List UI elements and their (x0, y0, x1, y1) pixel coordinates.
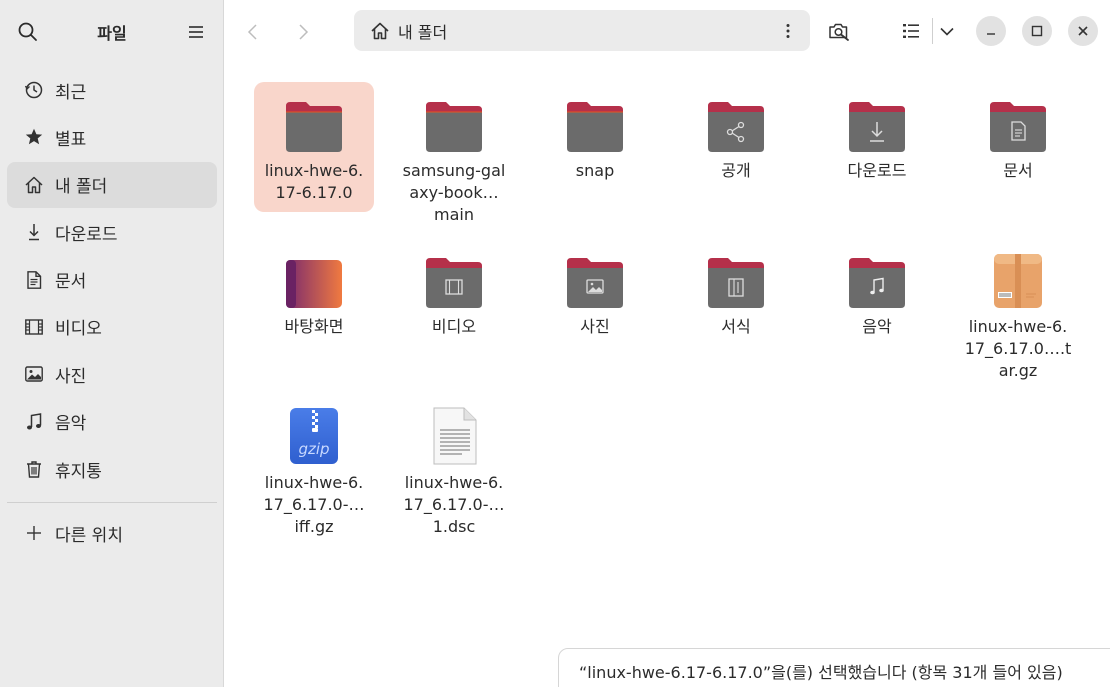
download-icon (23, 221, 45, 243)
folder-share-icon (708, 102, 764, 152)
file-item-folder-desktop[interactable]: 바탕화면 (254, 238, 374, 346)
selection-status: “linux-hwe-6.17-6.17.0”을(를) 선택했습니다 (항목 3… (558, 648, 1110, 687)
file-item-folder-templates[interactable]: 서식 (676, 238, 796, 346)
close-button[interactable] (1068, 16, 1098, 46)
file-item-archive-tar[interactable]: linux-hwe-6.17_6.17.0….tar.gz (958, 238, 1078, 390)
sidebar-item-label: 별표 (55, 129, 87, 150)
folder-picture-icon (567, 258, 623, 308)
sidebar-item-label: 다른 위치 (55, 525, 123, 546)
search-files-button[interactable] (824, 16, 854, 46)
path-bar[interactable]: 내 폴더 (354, 10, 810, 51)
file-item-label: linux-hwe-6.17_6.17.0-… 1.dsc (403, 473, 505, 536)
file-item-folder-pictures[interactable]: 사진 (535, 238, 655, 346)
file-item-label: 문서 (1003, 161, 1033, 180)
video-icon (23, 316, 45, 338)
sidebar-item-label: 음악 (55, 414, 87, 435)
view-list-button[interactable] (896, 16, 926, 46)
document-icon (23, 269, 45, 291)
sidebar-divider (7, 502, 217, 503)
sidebar-item-label: 문서 (55, 272, 87, 293)
sidebar-item-pictures[interactable]: 사진 (7, 351, 217, 397)
sidebar-item-recent[interactable]: 최근 (7, 67, 217, 113)
sidebar-item-label: 다운로드 (55, 224, 118, 245)
sidebar-item-other-locations[interactable]: 다른 위치 (7, 510, 217, 556)
sidebar-item-label: 비디오 (55, 319, 102, 340)
star-icon (23, 126, 45, 148)
gzip-archive-icon: gzip (290, 408, 338, 464)
sidebar-item-label: 사진 (55, 366, 87, 387)
close-icon (1078, 26, 1088, 36)
sidebar-item-music[interactable]: 음악 (7, 399, 217, 445)
file-item-folder[interactable]: linux-hwe-6.17-6.17.0 (254, 82, 374, 212)
sidebar-item-home[interactable]: 내 폴더 (7, 161, 217, 208)
sidebar-item-videos[interactable]: 비디오 (7, 304, 217, 350)
music-icon (23, 411, 45, 433)
folder-video-icon (426, 258, 482, 308)
file-item-label: snap (575, 161, 615, 180)
folder-icon (286, 102, 342, 152)
file-item-label: linux-hwe-6.17-6.17.0 (264, 161, 364, 202)
text-file-icon (433, 407, 477, 465)
maximize-icon (1031, 25, 1043, 37)
sidebar-item-trash[interactable]: 휴지통 (7, 446, 217, 492)
sidebar-item-documents[interactable]: 문서 (7, 257, 217, 303)
sidebar-other-section: 다른 위치 (7, 510, 217, 557)
picture-icon (23, 363, 45, 385)
home-icon (371, 22, 389, 39)
file-item-folder-videos[interactable]: 비디오 (394, 238, 514, 346)
file-item-text[interactable]: linux-hwe-6.17_6.17.0-… 1.dsc (394, 394, 514, 546)
folder-document-icon (990, 102, 1046, 152)
file-item-folder-documents[interactable]: 문서 (958, 82, 1078, 190)
folder-icon (567, 102, 623, 152)
minimize-button[interactable] (976, 16, 1006, 46)
file-item-label: 서식 (721, 317, 751, 336)
file-item-archive-gzip[interactable]: gzip linux-hwe-6.17_6.17.0-… iff.gz (254, 394, 374, 546)
sidebar-item-label: 휴지통 (55, 461, 102, 482)
svg-text:gzip: gzip (298, 440, 329, 458)
sidebar: 파일 최근 별표 내 폴더 다운로드 문서 비디오 사진 음악 휴지통 다른 위… (0, 0, 224, 687)
sidebar-places: 최근 별표 내 폴더 다운로드 문서 비디오 사진 음악 휴지통 (7, 67, 217, 494)
file-item-label: 비디오 (431, 317, 477, 336)
chevron-down-icon (940, 27, 954, 36)
hamburger-menu-icon[interactable] (182, 18, 210, 46)
camera-search-icon (829, 23, 849, 41)
folder-desktop-icon (286, 260, 342, 308)
forward-button[interactable] (290, 18, 316, 46)
sidebar-item-starred[interactable]: 별표 (7, 114, 217, 160)
file-item-folder[interactable]: snap (535, 82, 655, 190)
file-item-label: linux-hwe-6.17_6.17.0-… iff.gz (263, 473, 365, 536)
file-item-label: 음악 (862, 317, 892, 336)
sidebar-item-label: 최근 (55, 82, 87, 103)
minimize-icon (987, 33, 995, 35)
recent-clock-icon (23, 79, 45, 101)
sidebar-header: 파일 (0, 0, 224, 62)
folder-icon (426, 102, 482, 152)
sidebar-item-label: 내 폴더 (55, 177, 108, 198)
back-button[interactable] (240, 18, 266, 46)
maximize-button[interactable] (1022, 16, 1052, 46)
list-view-icon (903, 24, 919, 38)
file-item-folder-music[interactable]: 음악 (817, 238, 937, 346)
folder-download-icon (849, 102, 905, 152)
folder-template-icon (708, 258, 764, 308)
file-item-folder-downloads[interactable]: 다운로드 (817, 82, 937, 190)
package-archive-icon (994, 254, 1042, 308)
file-item-label: linux-hwe-6.17_6.17.0….tar.gz (964, 317, 1072, 380)
path-current-folder[interactable]: 내 폴더 (398, 19, 447, 43)
folder-music-icon (849, 258, 905, 308)
trash-icon (23, 458, 45, 480)
sidebar-item-downloads[interactable]: 다운로드 (7, 209, 217, 255)
file-item-label: samsung-galaxy-book… main (402, 161, 506, 224)
file-item-folder[interactable]: samsung-galaxy-book… main (394, 82, 514, 234)
file-item-folder-public[interactable]: 공개 (676, 82, 796, 190)
file-item-label: 공개 (721, 161, 751, 180)
home-icon (23, 174, 45, 196)
file-item-label: 사진 (580, 317, 610, 336)
file-item-label: 다운로드 (847, 161, 907, 180)
file-item-label: 바탕화면 (284, 317, 344, 336)
more-options-icon[interactable] (778, 21, 798, 41)
view-options-dropdown[interactable] (932, 16, 962, 46)
plus-icon (23, 522, 45, 544)
